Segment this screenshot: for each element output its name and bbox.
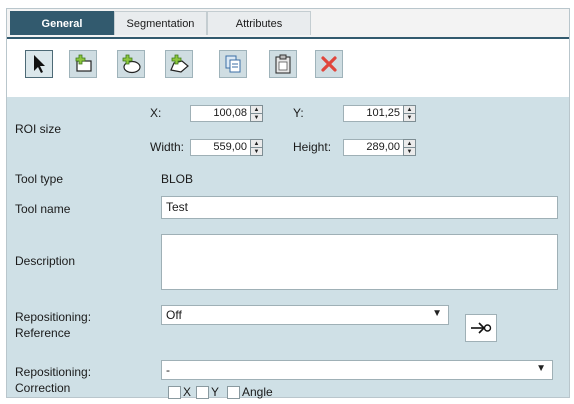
description-label: Description [15, 254, 76, 268]
roi-x-stepper[interactable]: ▲ ▼ [250, 105, 263, 122]
spin-up-icon[interactable]: ▲ [251, 106, 262, 113]
tool-type-label: Tool type [15, 172, 64, 186]
checkbox-box[interactable] [168, 385, 181, 399]
correction-y-label: Y [211, 385, 220, 399]
arrow-right-target-icon [471, 322, 492, 334]
repositioning-correction-value: - [166, 363, 170, 377]
roi-size-label: ROI size [15, 122, 62, 136]
correction-angle-checkbox[interactable]: Angle [227, 385, 273, 399]
roi-height-value[interactable]: 289,00 [343, 139, 403, 156]
select-arrow-icon [34, 55, 45, 73]
paste-button[interactable] [269, 50, 297, 78]
spin-down-icon[interactable]: ▼ [404, 147, 415, 155]
spin-up-icon[interactable]: ▲ [404, 140, 415, 147]
tool-type-value: BLOB [161, 172, 194, 186]
roi-width-spinner[interactable]: 559,00 ▲ ▼ [190, 139, 263, 156]
roi-y-stepper[interactable]: ▲ ▼ [403, 105, 416, 122]
tool-properties-window: General Segmentation Attributes ROI size… [6, 8, 570, 399]
description-textarea[interactable] [161, 234, 558, 290]
repositioning-correction-select[interactable]: - ▼ [161, 360, 553, 380]
repositioning-reference-label-line2: Reference [15, 326, 71, 340]
checkbox-box[interactable] [196, 385, 209, 399]
set-reference-button[interactable] [465, 314, 497, 342]
delete-button[interactable] [315, 50, 343, 78]
delete-icon [321, 56, 337, 72]
correction-x-checkbox[interactable]: X [168, 385, 191, 399]
spin-down-icon[interactable]: ▼ [251, 147, 262, 155]
roi-x-spinner[interactable]: 100,08 ▲ ▼ [190, 105, 263, 122]
add-ellipse-button[interactable] [117, 50, 145, 78]
roi-width-stepper[interactable]: ▲ ▼ [250, 139, 263, 156]
correction-y-checkbox[interactable]: Y [196, 385, 219, 399]
add-ellipse-icon [122, 54, 141, 74]
add-polygon-button[interactable] [165, 50, 193, 78]
dropdown-arrow-icon: ▼ [432, 308, 442, 319]
add-rectangle-icon [75, 54, 92, 72]
roi-height-label: Height: [293, 140, 332, 154]
toolbar [7, 37, 569, 97]
tab-general[interactable]: General [10, 11, 114, 35]
correction-angle-label: Angle [242, 385, 273, 399]
repositioning-reference-select[interactable]: Off ▼ [161, 305, 449, 325]
spin-up-icon[interactable]: ▲ [251, 140, 262, 147]
repositioning-reference-label-line1: Repositioning: [15, 310, 92, 324]
tool-name-input[interactable]: Test [161, 196, 558, 219]
select-tool-button[interactable] [25, 50, 53, 78]
copy-icon [225, 55, 241, 73]
tool-name-label: Tool name [15, 202, 71, 216]
correction-x-label: X [183, 385, 192, 399]
spin-down-icon[interactable]: ▼ [404, 113, 415, 121]
tab-segmentation[interactable]: Segmentation [114, 11, 207, 35]
repositioning-correction-label-line2: Correction [15, 381, 71, 395]
paste-icon [275, 54, 291, 74]
roi-y-label: Y: [293, 106, 304, 120]
roi-height-stepper[interactable]: ▲ ▼ [403, 139, 416, 156]
roi-x-value[interactable]: 100,08 [190, 105, 250, 122]
dropdown-arrow-icon: ▼ [536, 363, 546, 374]
add-rectangle-button[interactable] [69, 50, 97, 78]
roi-width-value[interactable]: 559,00 [190, 139, 250, 156]
copy-button[interactable] [219, 50, 247, 78]
repositioning-reference-value: Off [166, 308, 182, 322]
roi-y-value[interactable]: 101,25 [343, 105, 403, 122]
roi-x-label: X: [150, 106, 162, 120]
repositioning-correction-label-line1: Repositioning: [15, 365, 92, 379]
tab-attributes[interactable]: Attributes [207, 11, 311, 35]
add-polygon-icon [170, 54, 189, 73]
roi-width-label: Width: [150, 140, 185, 154]
tab-bar: General Segmentation Attributes [7, 9, 569, 37]
roi-y-spinner[interactable]: 101,25 ▲ ▼ [343, 105, 416, 122]
roi-height-spinner[interactable]: 289,00 ▲ ▼ [343, 139, 416, 156]
spin-up-icon[interactable]: ▲ [404, 106, 415, 113]
spin-down-icon[interactable]: ▼ [251, 113, 262, 121]
properties-panel: ROI size X: 100,08 ▲ ▼ Y: 101,25 ▲ ▼ Width… [7, 97, 569, 399]
checkbox-box[interactable] [227, 385, 240, 399]
